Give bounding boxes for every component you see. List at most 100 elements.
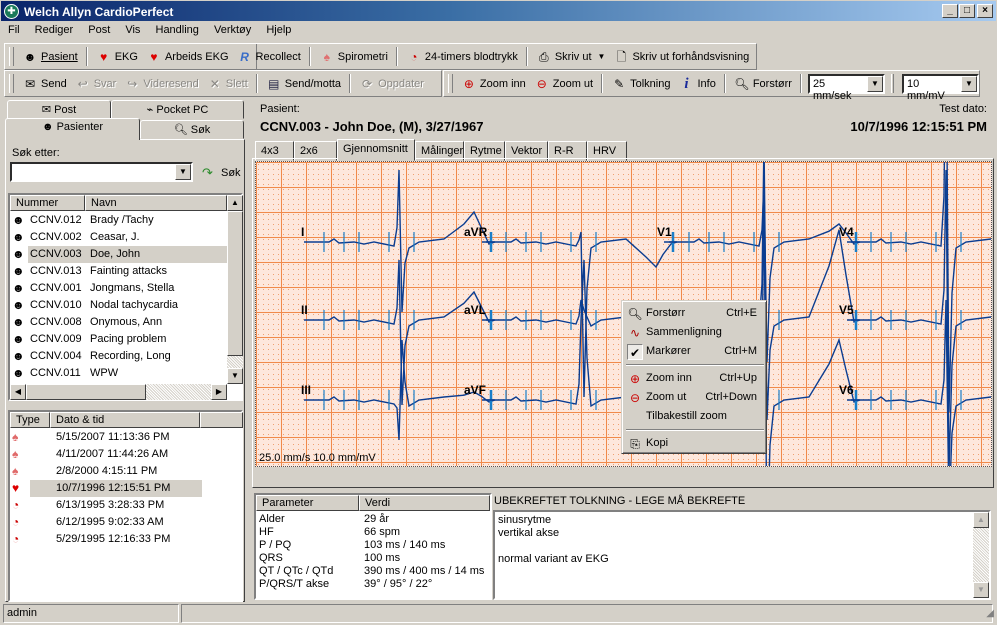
chevron-down-icon[interactable]: ▼ — [961, 75, 977, 92]
context-menu-item-kopi[interactable]: ⎘ Kopi — [625, 434, 765, 453]
context-menu-item-sammenligning[interactable]: ∿ Sammenligning — [625, 323, 765, 342]
interpretation-line: normal variant av EKG — [498, 553, 609, 565]
column-header-nummer[interactable]: Nummer — [10, 195, 85, 211]
reply-icon: ↩ — [77, 76, 88, 91]
patient-row[interactable]: ☻ CCNV.001 Jongmans, Stella — [10, 280, 227, 297]
info-button[interactable]: i Info — [674, 73, 719, 95]
patient-row[interactable]: ☻ CCNV.013 Fainting attacks — [10, 263, 227, 280]
ecg-tab-gjennomsnitt[interactable]: Gjennomsnitt — [337, 139, 415, 161]
test-row[interactable]: ♠ 4/11/2007 11:44:26 AM — [10, 446, 241, 463]
interpretation-line: sinusrytme — [498, 514, 552, 526]
tolkning-button[interactable]: ✎ Tolkning — [607, 73, 674, 95]
blodtrykk-button[interactable]: ◔ 24-timers blodtrykk — [402, 46, 522, 68]
send-button[interactable]: ✉ Send — [18, 73, 71, 95]
close-button[interactable]: × — [977, 4, 993, 18]
column-header-verdi[interactable]: Verdi — [359, 495, 490, 511]
search-button[interactable]: Søk — [221, 167, 241, 179]
patient-row[interactable]: ☻ CCNV.003 Doe, John — [10, 246, 227, 263]
patient-row[interactable]: ☻ CCNV.010 Nodal tachycardia — [10, 297, 227, 314]
test-row[interactable]: ◔ 5/29/1995 12:16:33 PM — [10, 531, 241, 548]
patient-row[interactable]: ☻ CCNV.008 Onymous, Ann — [10, 314, 227, 331]
zoom-out-icon: ⊖ — [536, 76, 547, 91]
menu-handling[interactable]: Handling — [150, 22, 205, 36]
search-input[interactable]: ▼ — [10, 162, 193, 182]
menu-verktoy[interactable]: Verktøy — [208, 22, 257, 36]
column-header-type[interactable]: Type — [10, 412, 50, 428]
maximize-button[interactable]: □ — [959, 4, 975, 18]
zoom-ut-button[interactable]: ⊖ Zoom ut — [530, 73, 597, 95]
patient-number: CCNV.013 — [30, 265, 82, 277]
context-menu-item-tilbakestill-zoom[interactable]: Tilbakestill zoom — [625, 407, 765, 426]
scroll-down-button[interactable]: ▼ — [973, 582, 989, 598]
patient-row[interactable]: ☻ CCNV.009 Pacing problem — [10, 331, 227, 348]
test-row[interactable]: ♠ 5/15/2007 11:13:36 PM — [10, 429, 241, 446]
svar-button[interactable]: ↩ Svar — [71, 73, 121, 95]
test-row[interactable]: ◔ 6/12/1995 9:02:33 AM — [10, 514, 241, 531]
send-receive-icon: ▤ — [268, 76, 280, 91]
tab-post[interactable]: ✉ Post — [7, 100, 111, 119]
toolbar-grip[interactable] — [9, 74, 14, 93]
lead-label-avl: aVL — [464, 303, 486, 317]
column-header-parameter[interactable]: Parameter — [256, 495, 359, 511]
patient-row[interactable]: ☻ CCNV.011 WPW — [10, 365, 227, 382]
spirometri-button[interactable]: ♠ Spirometri — [315, 46, 392, 68]
patient-row[interactable]: ☻ CCNV.012 Brady /Tachy — [10, 212, 227, 229]
test-row[interactable]: ♥ 10/7/1996 12:15:51 PM — [10, 480, 241, 497]
scroll-right-button[interactable]: ▶ — [211, 384, 227, 400]
patient-icon: ☻ — [12, 213, 25, 227]
minimize-button[interactable]: _ — [942, 4, 958, 18]
ekg-button[interactable]: ♥ EKG — [92, 46, 142, 68]
scroll-up-button[interactable]: ▲ — [227, 195, 243, 211]
column-header-navn[interactable]: Navn — [85, 195, 227, 211]
menu-rediger[interactable]: Rediger — [29, 22, 80, 36]
interpretation-textarea[interactable]: sinusrytme vertikal akse normal variant av… — [493, 510, 991, 600]
oppdater-button[interactable]: ⟳ Oppdater — [355, 73, 428, 95]
speed-select[interactable]: 25 mm/sek ▼ — [807, 73, 885, 102]
zoom-out-icon: ⊖ — [629, 391, 641, 405]
scroll-thumb[interactable] — [227, 211, 243, 356]
context-menu-item-zoom-ut[interactable]: ⊖ Zoom ut Ctrl+Down — [625, 388, 765, 407]
skriv-ut-button[interactable]: ⎙ Skriv ut ▼ — [532, 46, 610, 68]
scroll-down-button[interactable]: ▼ — [227, 368, 243, 384]
tab-pocket-pc[interactable]: ⌁ Pocket PC — [111, 100, 244, 119]
test-row[interactable]: ♠ 2/8/2000 4:15:11 PM — [10, 463, 241, 480]
arbeids-ekg-button[interactable]: ♥ Arbeids EKG — [142, 46, 233, 68]
test-row[interactable]: ◔ 6/13/1995 3:28:33 PM — [10, 497, 241, 514]
scroll-left-button[interactable]: ◀ — [10, 384, 26, 400]
toolbar-grip[interactable] — [9, 47, 14, 66]
chevron-down-icon[interactable]: ▼ — [175, 164, 191, 180]
menu-fil[interactable]: Fil — [0, 22, 26, 36]
forstorr-button[interactable]: 🔍︎ Forstørr — [730, 73, 796, 95]
recollect-button[interactable]: R Recollect — [233, 46, 305, 68]
resize-grip-icon[interactable]: ◢ — [986, 608, 994, 619]
lead-label-v1: V1 — [657, 225, 672, 239]
column-header-dato[interactable]: Dato & tid — [50, 412, 200, 428]
context-menu-item-zoom-inn[interactable]: ⊕ Zoom inn Ctrl+Up — [625, 369, 765, 388]
menu-hjelp[interactable]: Hjelp — [260, 22, 297, 36]
lungs-icon: ♠ — [323, 49, 330, 64]
print-preview-button[interactable]: 🗋 Skriv ut forhåndsvisning — [609, 46, 753, 68]
menu-post[interactable]: Post — [82, 22, 116, 36]
tab-pasienter[interactable]: ☻ Pasienter — [5, 118, 140, 140]
test-date: 10/7/1996 12:15:51 PM — [56, 482, 171, 494]
parameter-row: HF 66 spm — [259, 526, 400, 538]
gain-select[interactable]: 10 mm/mV ▼ — [901, 73, 979, 102]
scroll-up-button[interactable]: ▲ — [973, 512, 989, 528]
scroll-thumb-h[interactable] — [26, 384, 146, 400]
patient-row[interactable]: ☻ CCNV.004 Recording, Long — [10, 348, 227, 365]
blood-pressure-icon: ◔ — [12, 498, 20, 512]
zoom-inn-button[interactable]: ⊕ Zoom inn — [457, 73, 530, 95]
videresend-button[interactable]: ↪ Videresend — [120, 73, 202, 95]
patient-row[interactable]: ☻ CCNV.002 Ceasar, J. — [10, 229, 227, 246]
pasient-button[interactable]: ☻ Pasient — [18, 46, 82, 68]
context-menu-item-markører[interactable]: ✔ Markører Ctrl+M — [625, 342, 765, 361]
parameter-row: P / PQ 103 ms / 140 ms — [259, 539, 445, 551]
chevron-down-icon[interactable]: ▼ — [598, 52, 606, 61]
chevron-down-icon[interactable]: ▼ — [866, 75, 883, 92]
context-menu-item-forstørr[interactable]: 🔍︎ Forstørr Ctrl+E — [625, 304, 765, 323]
slett-button[interactable]: ✕ Slett — [203, 73, 252, 95]
tab-sok[interactable]: 🔍︎ Søk — [140, 120, 244, 139]
toolbar-grip[interactable] — [448, 74, 453, 93]
send-motta-button[interactable]: ▤ Send/motta — [262, 73, 345, 95]
menu-vis[interactable]: Vis — [119, 22, 146, 36]
